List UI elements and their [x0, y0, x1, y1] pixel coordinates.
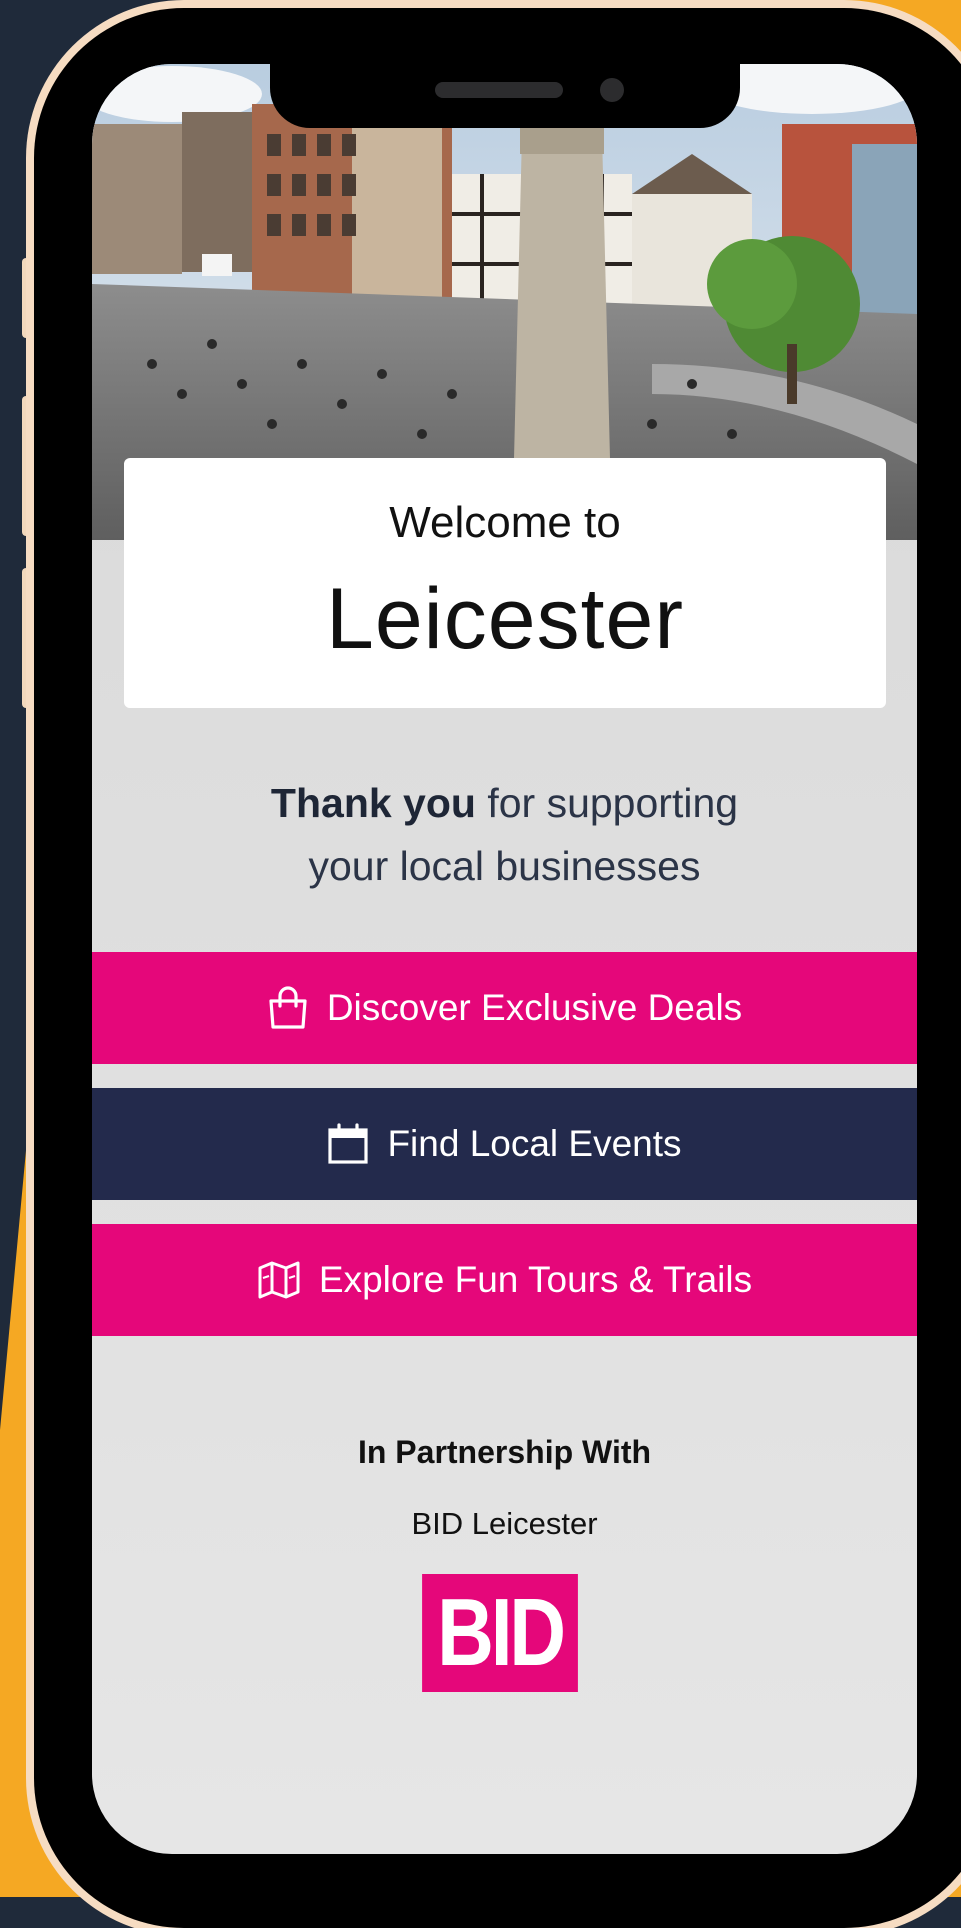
map-icon	[258, 1261, 300, 1299]
partnership-heading: In Partnership With	[357, 1434, 652, 1470]
thank-you-message: Thank you for supporting your local busi…	[92, 772, 917, 898]
speaker-grille	[435, 82, 563, 98]
phone-notch	[270, 64, 740, 128]
thank-you-rest: for supporting	[475, 780, 739, 826]
city-title: Leicester	[326, 571, 684, 667]
app-screen: Welcome to Leicester Thank you for suppo…	[92, 64, 917, 1854]
bid-logo[interactable]: BID	[422, 1574, 578, 1692]
calendar-icon	[328, 1123, 369, 1164]
partner-name: BID Leicester	[411, 1506, 598, 1541]
thank-you-bold: Thank you	[270, 780, 476, 826]
front-camera	[600, 78, 624, 102]
welcome-subtitle: Welcome to	[389, 498, 621, 547]
find-events-button[interactable]: Find Local Events	[92, 1088, 917, 1200]
find-events-label: Find Local Events	[387, 1123, 682, 1164]
shopping-bag-icon	[269, 986, 307, 1029]
discover-deals-label: Discover Exclusive Deals	[326, 987, 743, 1028]
discover-deals-button[interactable]: Discover Exclusive Deals	[92, 952, 917, 1064]
welcome-card: Welcome to Leicester	[124, 458, 886, 708]
thank-you-line2: your local businesses	[308, 843, 701, 889]
explore-tours-button[interactable]: Explore Fun Tours & Trails	[92, 1224, 917, 1336]
explore-tours-label: Explore Fun Tours & Trails	[318, 1259, 753, 1300]
